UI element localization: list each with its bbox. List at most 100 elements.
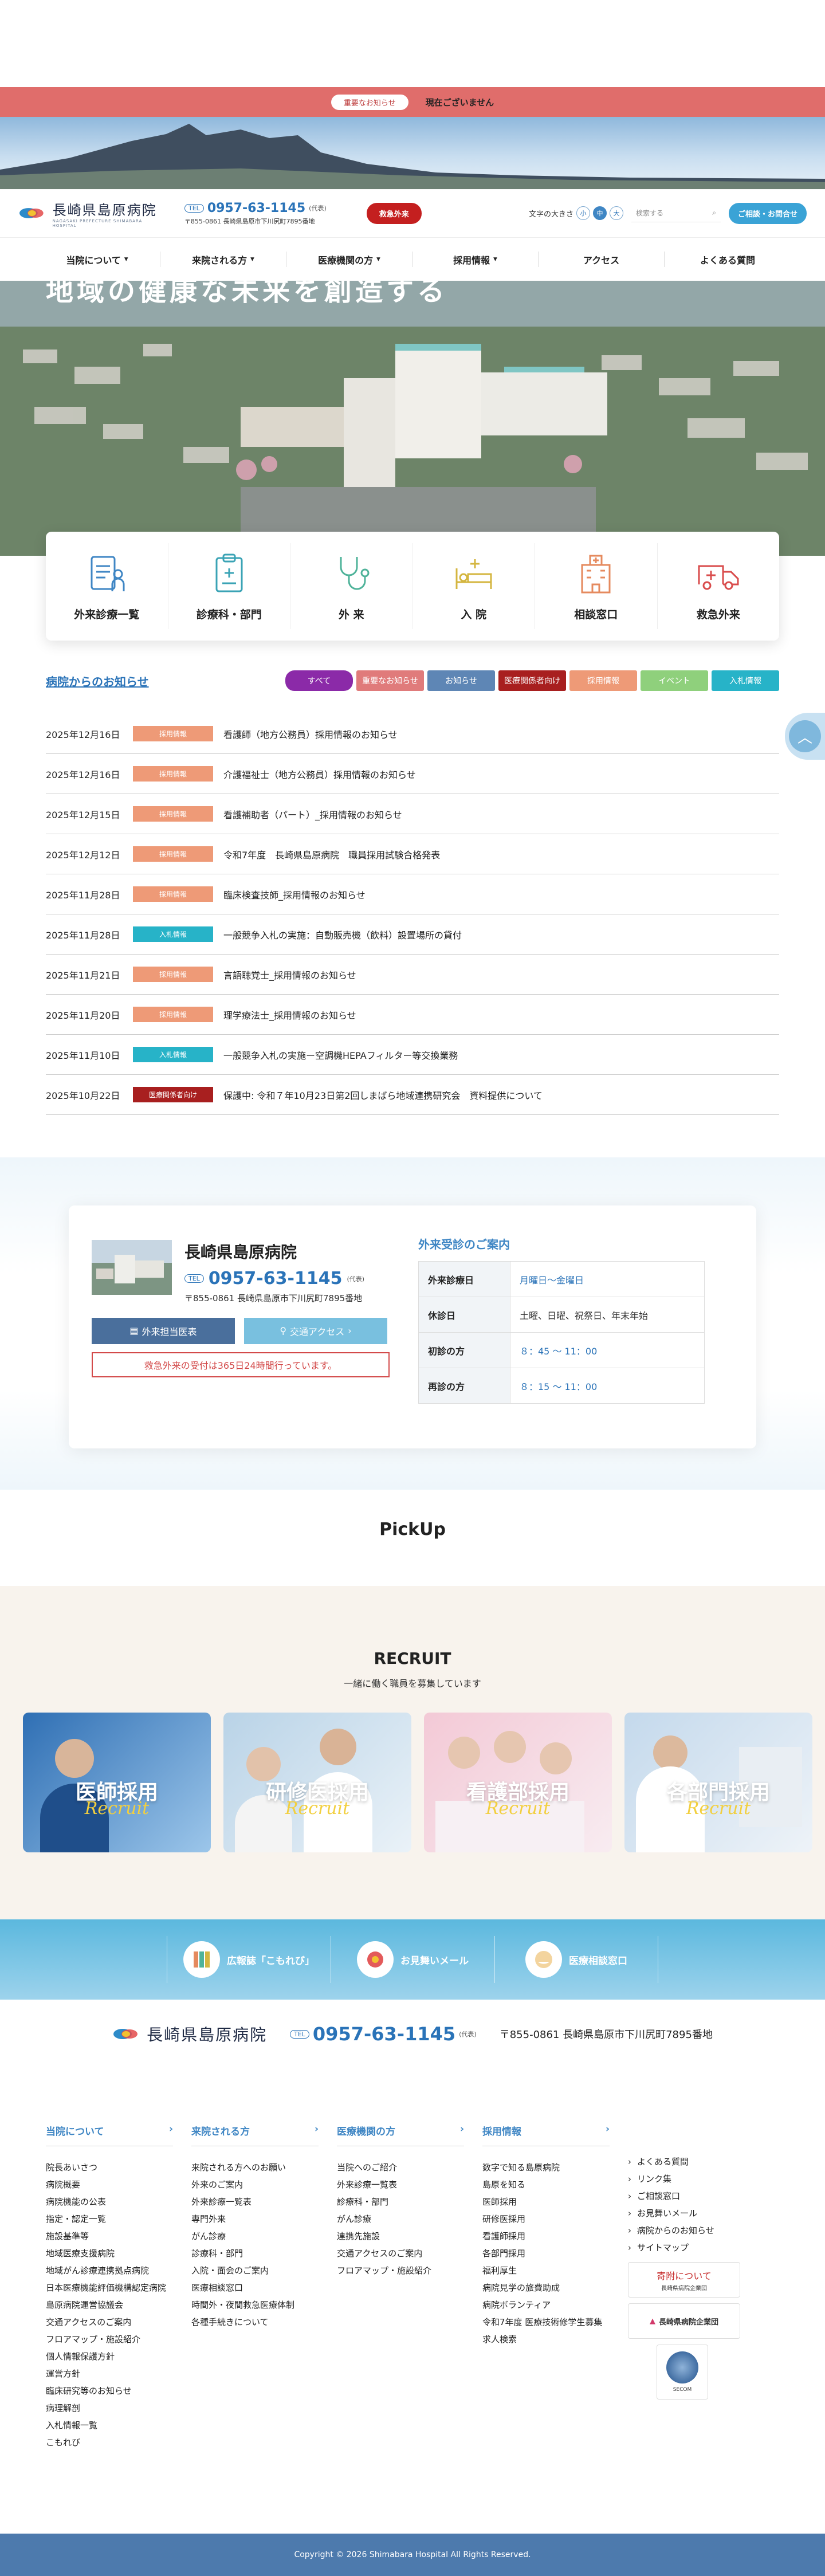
footer-link[interactable]: フロアマップ・施設紹介 <box>337 2262 482 2279</box>
footer-logo[interactable]: 長崎県島原病院 <box>112 2023 267 2045</box>
footer-link[interactable]: 地域がん診療連携拠点病院 <box>46 2262 191 2279</box>
footer-link[interactable]: 病院概要 <box>46 2176 191 2193</box>
footer-side-link[interactable]: 病院からのお知らせ <box>628 2222 754 2239</box>
filter-important-button[interactable]: 重要なお知らせ <box>356 670 424 691</box>
consult-contact-button[interactable]: ご相談・お問合せ <box>728 202 807 224</box>
footer-link[interactable]: 運営方針 <box>46 2365 191 2382</box>
footer-tel-number[interactable]: 0957-63-1145 <box>313 2023 455 2045</box>
footer-link[interactable]: 臨床研究等のお知らせ <box>46 2382 191 2400</box>
footer-link[interactable]: 数字で知る島原病院 <box>482 2159 628 2176</box>
footer-link[interactable]: 研修医採用 <box>482 2210 628 2228</box>
recruit-card-departments[interactable]: 各部門採用 Recruit <box>624 1713 812 1852</box>
news-item[interactable]: 2025年11月28日 入札情報 一般競争入札の実施：自動販売機（飲料）設置場所の貸… <box>46 914 779 955</box>
nav-item-visitors[interactable]: 来院される方 ▾ <box>160 252 286 267</box>
footer-link[interactable]: 診療科・部門 <box>337 2193 482 2210</box>
footer-link[interactable]: 病院機能の公表 <box>46 2193 191 2210</box>
footer-link[interactable]: 外来診療一覧表 <box>337 2176 482 2193</box>
filter-all-button[interactable]: すべて <box>285 670 353 691</box>
kigyodan-banner[interactable]: ▲ 長崎県病院企業団 <box>628 2303 740 2339</box>
footer-link[interactable]: 外来診療一覧表 <box>191 2193 337 2210</box>
footer-link[interactable]: 時間外・夜間救急医療体制 <box>191 2296 337 2314</box>
footer-side-link[interactable]: リンク集 <box>628 2170 754 2188</box>
footer-link[interactable]: 医療相談窓口 <box>191 2279 337 2296</box>
filter-recruit-button[interactable]: 採用情報 <box>569 670 637 691</box>
footer-link[interactable]: 福利厚生 <box>482 2262 628 2279</box>
font-size-small-button[interactable]: 小 <box>576 206 590 220</box>
footer-link[interactable]: 各種手続きについて <box>191 2314 337 2331</box>
nav-item-faq[interactable]: よくある質問 <box>665 252 791 267</box>
footer-link[interactable]: 看護師採用 <box>482 2228 628 2245</box>
news-item[interactable]: 2025年12月16日 採用情報 看護師（地方公務員）採用情報のお知らせ <box>46 714 779 754</box>
quick-link-departments[interactable]: 診療科・部門 <box>168 543 290 629</box>
footer-link[interactable]: 交通アクセスのご案内 <box>46 2314 191 2331</box>
footer-link[interactable]: 令和7年度 医療技術修学生募集 <box>482 2314 628 2331</box>
footer-col-title[interactable]: 採用情報 <box>482 2123 521 2138</box>
search-input[interactable]: 検索する ⌕ <box>631 204 721 222</box>
news-item[interactable]: 2025年11月21日 採用情報 言語聴覚士_採用情報のお知らせ <box>46 955 779 995</box>
quick-link-inpatient[interactable]: 入 院 <box>413 543 535 629</box>
footer-side-link[interactable]: サイトマップ <box>628 2239 754 2256</box>
footer-link[interactable]: 専門外来 <box>191 2210 337 2228</box>
footer-link[interactable]: 日本医療機能評価機構認定病院 <box>46 2279 191 2296</box>
footer-side-link[interactable]: ご相談窓口 <box>628 2188 754 2205</box>
footer-link[interactable]: 院長あいさつ <box>46 2159 191 2176</box>
footer-link[interactable]: 病理解剖 <box>46 2400 191 2417</box>
footer-col-title[interactable]: 来院される方 <box>191 2123 250 2138</box>
footer-side-link[interactable]: お見舞いメール <box>628 2205 754 2222</box>
footer-link[interactable]: 施設基準等 <box>46 2228 191 2245</box>
filter-bidding-button[interactable]: 入札情報 <box>712 670 779 691</box>
news-item[interactable]: 2025年10月22日 医療関係者向け 保護中: 令和７年10月23日第2回しまばら… <box>46 1075 779 1115</box>
footer-link[interactable]: がん診療 <box>337 2210 482 2228</box>
footer-link[interactable]: 入札情報一覧 <box>46 2417 191 2434</box>
news-item[interactable]: 2025年11月20日 採用情報 理学療法士_採用情報のお知らせ <box>46 995 779 1035</box>
important-notice-bar[interactable]: 重要なお知らせ 現在ございません <box>0 87 825 117</box>
footer-link[interactable]: 島原病院運営協議会 <box>46 2296 191 2314</box>
quick-link-emergency[interactable]: 救急外来 <box>658 543 780 629</box>
footer-link[interactable]: フロアマップ・施設紹介 <box>46 2331 191 2348</box>
footer-link[interactable]: 島原を知る <box>482 2176 628 2193</box>
quick-link-outpatient[interactable]: 外 来 <box>290 543 413 629</box>
filter-medical-staff-button[interactable]: 医療関係者向け <box>498 670 566 691</box>
nav-item-access[interactable]: アクセス <box>539 252 665 267</box>
footer-link[interactable]: 求人検索 <box>482 2331 628 2348</box>
recruit-card-doctor[interactable]: 医師採用 Recruit <box>23 1713 211 1852</box>
footer-link[interactable]: 入院・面会のご案内 <box>191 2262 337 2279</box>
filter-event-button[interactable]: イベント <box>641 670 708 691</box>
news-item[interactable]: 2025年11月10日 入札情報 一般競争入札の実施ー空調機HEPAフィルター等交換… <box>46 1035 779 1075</box>
quick-link-outpatient-schedule[interactable]: 外来診療一覧 <box>46 543 168 629</box>
footer-side-link[interactable]: よくある質問 <box>628 2153 754 2170</box>
search-icon[interactable]: ⌕ <box>712 209 716 217</box>
footer-link[interactable]: 来院される方へのお願い <box>191 2159 337 2176</box>
nav-item-about[interactable]: 当院について ▾ <box>34 252 160 267</box>
news-item[interactable]: 2025年11月28日 採用情報 臨床検査技師_採用情報のお知らせ <box>46 874 779 914</box>
donation-banner[interactable]: 寄附について 長崎県病院企業団 <box>628 2262 740 2298</box>
news-item[interactable]: 2025年12月15日 採用情報 看護補助者（パート）_採用情報のお知らせ <box>46 794 779 834</box>
footer-link[interactable]: 各部門採用 <box>482 2245 628 2262</box>
footer-link[interactable]: 医師採用 <box>482 2193 628 2210</box>
trust-seal-banner[interactable]: SECOM <box>657 2345 708 2400</box>
nav-item-medical-institutions[interactable]: 医療機関の方 ▾ <box>286 252 412 267</box>
news-section-title[interactable]: 病院からのお知らせ <box>46 673 149 689</box>
site-logo[interactable]: 長崎県島原病院 NAGASAKI PREFECTURE SHIMABARA HO… <box>18 199 167 228</box>
footer-link[interactable]: 外来のご案内 <box>191 2176 337 2193</box>
recruit-card-resident[interactable]: 研修医採用 Recruit <box>223 1713 411 1852</box>
font-size-large-button[interactable]: 大 <box>609 206 623 220</box>
footer-link[interactable]: 病院見学の旅費助成 <box>482 2279 628 2296</box>
news-item[interactable]: 2025年12月12日 採用情報 令和7年度 長崎県島原病院 職員採用試験合格発表 <box>46 834 779 874</box>
info-tel-number[interactable]: 0957-63-1145 <box>209 1269 343 1289</box>
news-item[interactable]: 2025年12月16日 採用情報 介護福祉士（地方公務員）採用情報のお知らせ <box>46 754 779 794</box>
link-medical-consultation[interactable]: 医療相談窓口 <box>494 1936 658 1983</box>
quick-link-consultation[interactable]: 相談窓口 <box>535 543 658 629</box>
page-top-button[interactable]: ︿ <box>785 713 825 760</box>
footer-col-title[interactable]: 当院について <box>46 2123 104 2138</box>
footer-link[interactable]: こもれび <box>46 2434 191 2451</box>
footer-link[interactable]: 診療科・部門 <box>191 2245 337 2262</box>
header-tel-number[interactable]: 0957-63-1145 <box>207 201 305 215</box>
link-komorebi-magazine[interactable]: 広報誌「こもれび」 <box>167 1936 331 1983</box>
nav-item-recruit[interactable]: 採用情報 ▾ <box>412 252 539 267</box>
filter-notice-button[interactable]: お知らせ <box>427 670 495 691</box>
footer-link[interactable]: がん診療 <box>191 2228 337 2245</box>
footer-link[interactable]: 病院ボランティア <box>482 2296 628 2314</box>
outpatient-schedule-button[interactable]: ▤ 外来担当医表 <box>92 1317 235 1344</box>
footer-col-title[interactable]: 医療機関の方 <box>337 2123 395 2138</box>
